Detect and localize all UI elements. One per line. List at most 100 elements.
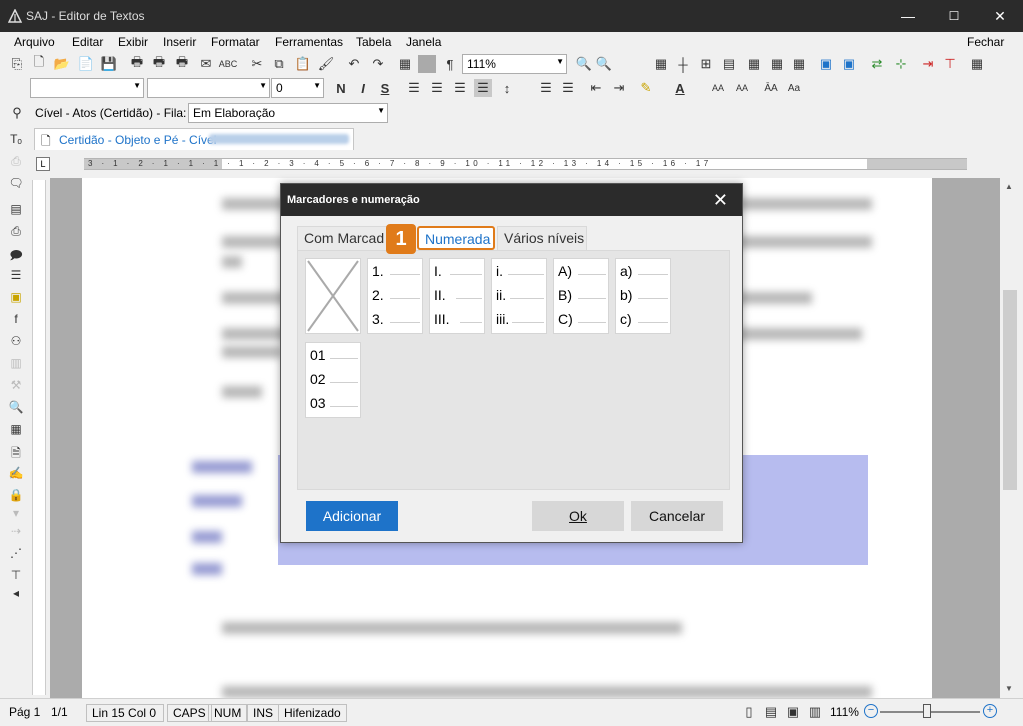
insert-table-icon[interactable]: ▦ — [396, 55, 414, 73]
menu-arquivo[interactable]: Arquivo — [14, 35, 55, 49]
zoom-select[interactable]: 111% ▼ — [462, 54, 567, 74]
change-case-icon[interactable]: ĀA — [762, 79, 780, 97]
menu-janela[interactable]: Janela — [406, 35, 441, 49]
cancel-button[interactable]: Cancelar — [631, 501, 723, 531]
formula-icon[interactable]: f — [8, 312, 24, 328]
show-formatting-icon[interactable]: ¶ — [441, 55, 459, 73]
field-remove-icon[interactable]: ⇥ — [919, 55, 937, 73]
menu-tabela[interactable]: Tabela — [356, 35, 391, 49]
font-name-select[interactable]: ▼ — [30, 78, 144, 98]
note-icon[interactable]: 🗩 — [8, 246, 24, 262]
new-document-icon[interactable]: 🗋 — [30, 54, 48, 73]
email-icon[interactable]: ✉ — [197, 55, 215, 73]
clear-format-icon[interactable]: Aa — [785, 79, 803, 97]
layout-alt-icon[interactable]: ▣ — [840, 55, 858, 73]
open-recent-icon[interactable]: 📄 — [77, 55, 95, 73]
draft-view-icon[interactable]: ▤ — [762, 703, 780, 721]
lock-doc-icon[interactable]: ▣ — [8, 290, 24, 306]
print-preview-icon[interactable]: 🖶 — [150, 54, 168, 73]
menu-fechar[interactable]: Fechar — [967, 35, 1004, 49]
menu-inserir[interactable]: Inserir — [163, 35, 196, 49]
table-cells-icon[interactable]: ▤ — [720, 55, 738, 73]
vertical-scrollbar[interactable]: ▲ ▼ — [1000, 178, 1020, 698]
table-merge-icon[interactable]: ▦ — [745, 55, 763, 73]
table-split-icon[interactable]: ▦ — [768, 55, 786, 73]
calendar-icon[interactable]: ▦ — [8, 422, 24, 438]
queue-select[interactable]: Em Elaboração ▼ — [188, 103, 388, 123]
italic-button[interactable]: I — [354, 79, 372, 97]
table-insert-icon[interactable]: ┼ — [674, 55, 692, 73]
horizontal-ruler[interactable]: L 3 · 1 · 2 · 1 · 1 · 1 · 1 · 2 · 3 · 4 … — [34, 155, 967, 173]
zoom-in-button[interactable]: + — [983, 704, 997, 718]
field-filter-icon[interactable]: ⊤ — [941, 55, 959, 73]
zoom-out-button[interactable]: − — [864, 704, 878, 718]
document-tab[interactable]: 🗋 Certidão - Objeto e Pé - Cível — [34, 128, 354, 150]
shrink-font-icon[interactable]: AA — [733, 79, 751, 97]
style-roman-lower[interactable]: i. ii. iii. — [491, 258, 547, 334]
table-outline-icon[interactable]: ⊞ — [697, 55, 715, 73]
zoom-slider-thumb[interactable] — [923, 704, 931, 718]
table-borders-icon[interactable]: ▦ — [652, 55, 670, 73]
save-icon[interactable]: 💾 — [100, 55, 118, 73]
add-button[interactable]: Adicionar — [306, 501, 398, 531]
spellcheck-icon[interactable]: ABC — [219, 55, 238, 73]
filter-icon[interactable]: ⊤ — [8, 568, 24, 584]
dialog-close-button[interactable]: ✕ — [713, 190, 728, 211]
grow-font-icon[interactable]: AA — [709, 79, 727, 97]
justify-icon[interactable]: ☰ — [474, 79, 492, 97]
style-arabic[interactable]: 1. 2. 3. — [367, 258, 423, 334]
field-tree-icon[interactable]: ⊹ — [892, 55, 910, 73]
font-color-icon[interactable]: A — [671, 79, 689, 97]
menu-formatar[interactable]: Formatar — [211, 35, 260, 49]
bold-button[interactable]: N — [332, 79, 350, 97]
numbered-list-icon[interactable]: ☰ — [559, 79, 577, 97]
cut-icon[interactable]: ✂ — [248, 55, 266, 73]
align-center-icon[interactable]: ☰ — [428, 79, 446, 97]
decrease-indent-icon[interactable]: ⇤ — [587, 79, 605, 97]
style-zero-padded[interactable]: 01 02 03 — [305, 342, 361, 418]
scrollbar-thumb[interactable] — [1003, 290, 1017, 490]
list-icon[interactable]: ☰ — [8, 268, 24, 284]
certificate-icon[interactable]: ⚇ — [8, 334, 24, 350]
print-options-icon[interactable]: 🖶 — [173, 54, 191, 73]
attachment-icon[interactable]: 🗎 — [8, 444, 24, 460]
menu-ferramentas[interactable]: Ferramentas — [275, 35, 343, 49]
lock-icon[interactable]: 🔒 — [8, 488, 24, 504]
line-spacing-icon[interactable]: ↕ — [498, 79, 516, 97]
font-size-select[interactable]: ▼ — [147, 78, 270, 98]
underline-button[interactable]: S — [376, 79, 394, 97]
collapse-icon[interactable]: ◂ — [8, 586, 24, 602]
open-folder-icon[interactable]: 📂 — [53, 55, 71, 73]
two-page-view-icon[interactable]: ▥ — [806, 703, 824, 721]
style-icon[interactable]: Tₒ — [8, 132, 24, 148]
page-view-icon[interactable]: ▯ — [740, 703, 758, 721]
increase-indent-icon[interactable]: ⇥ — [610, 79, 628, 97]
tab-multilevel[interactable]: Vários níveis — [497, 226, 587, 250]
align-right-icon[interactable]: ☰ — [451, 79, 469, 97]
minimize-button[interactable]: — — [885, 0, 931, 32]
field-insert-icon[interactable]: ⇄ — [868, 55, 886, 73]
template-icon[interactable]: ▤ — [8, 202, 24, 218]
document-list-icon[interactable]: ⎙ — [8, 224, 24, 240]
style-alpha-upper[interactable]: A) B) C) — [553, 258, 609, 334]
tab-bullets[interactable]: Com Marcad — [297, 226, 391, 250]
table-delete-icon[interactable]: ▦ — [790, 55, 808, 73]
undo-icon[interactable]: ↶ — [345, 55, 363, 73]
ok-button[interactable]: Ok — [532, 501, 624, 531]
copy-icon[interactable]: ⧉ — [270, 55, 288, 73]
close-window-button[interactable]: ✕ — [977, 0, 1023, 32]
scroll-down-icon[interactable]: ▼ — [1005, 684, 1013, 693]
more-options-icon[interactable]: ▦ — [968, 55, 986, 73]
style-alpha-lower[interactable]: a) b) c) — [615, 258, 671, 334]
web-view-icon[interactable]: ▣ — [784, 703, 802, 721]
paste-icon[interactable]: 📋 — [294, 55, 312, 73]
new-from-template-icon[interactable]: ⎘ — [8, 55, 26, 73]
bullet-list-icon[interactable]: ☰ — [537, 79, 555, 97]
zoom-in-icon[interactable]: 🔍 — [595, 55, 613, 73]
layout-icon[interactable]: ▣ — [817, 55, 835, 73]
align-left-icon[interactable]: ☰ — [405, 79, 423, 97]
format-painter-icon[interactable]: 🖌 — [317, 55, 335, 73]
print-icon[interactable]: 🖶 — [128, 54, 146, 73]
zoom-out-icon[interactable]: 🔍 — [575, 55, 593, 73]
style-roman-upper[interactable]: I. II. III. — [429, 258, 485, 334]
